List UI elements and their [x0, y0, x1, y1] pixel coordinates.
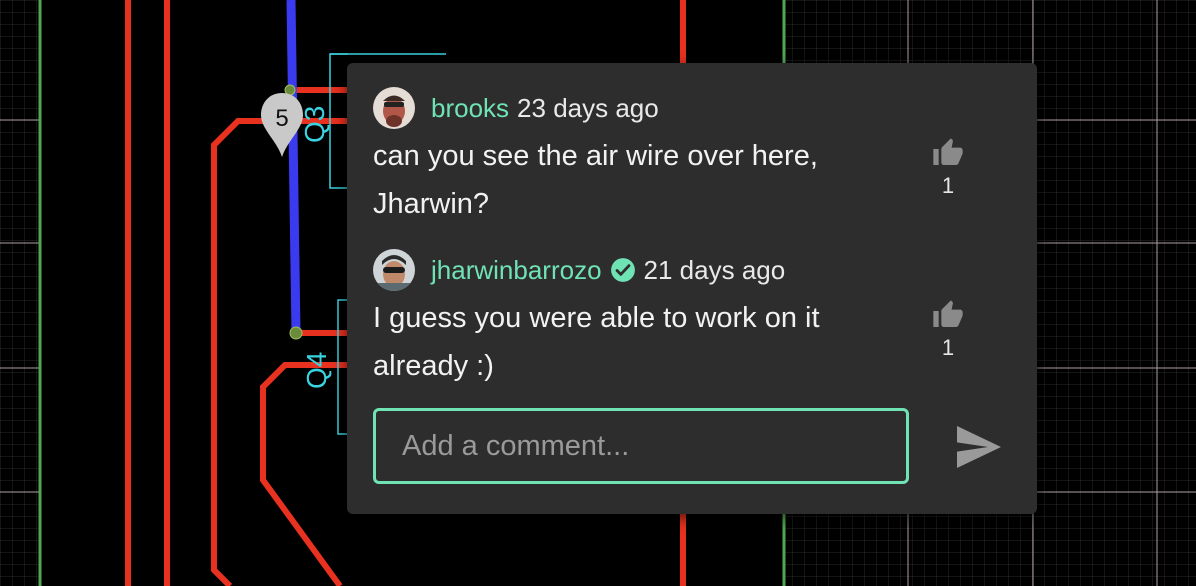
comment-text: I guess you were able to work on it alre… — [373, 302, 820, 382]
avatar[interactable] — [373, 249, 415, 291]
user-avatar-icon — [373, 249, 415, 291]
comment-item: brooks 23 days ago can you see the air w… — [373, 87, 913, 228]
comment-thread-panel: brooks 23 days ago can you see the air w… — [347, 63, 1037, 514]
send-button[interactable] — [955, 426, 1003, 468]
send-icon — [957, 426, 1001, 468]
comment-timestamp: 21 days ago — [643, 254, 786, 285]
like-button[interactable]: 1 — [931, 299, 965, 361]
comment-item: jharwinbarrozo 21 days ago I guess you w… — [373, 249, 913, 390]
pin-number: 5 — [275, 105, 289, 132]
verified-check-icon — [610, 258, 635, 282]
like-count: 1 — [941, 335, 955, 360]
like-button[interactable]: 1 — [931, 137, 965, 199]
comment-pin[interactable]: 5 — [259, 91, 305, 159]
comment-username[interactable]: jharwinbarrozo — [431, 255, 602, 286]
comment-timestamp: 23 days ago — [517, 92, 659, 123]
comment-input[interactable] — [373, 408, 909, 484]
user-avatar-icon — [373, 87, 415, 129]
avatar[interactable] — [373, 87, 415, 129]
thumb-up-icon — [933, 300, 963, 327]
like-count: 1 — [941, 173, 955, 198]
component-label-q4: Q4 — [301, 351, 332, 389]
comment-text: can you see the air wire over here, Jhar… — [373, 140, 818, 220]
thumb-up-icon — [933, 138, 963, 165]
comment-username[interactable]: brooks — [431, 93, 509, 124]
